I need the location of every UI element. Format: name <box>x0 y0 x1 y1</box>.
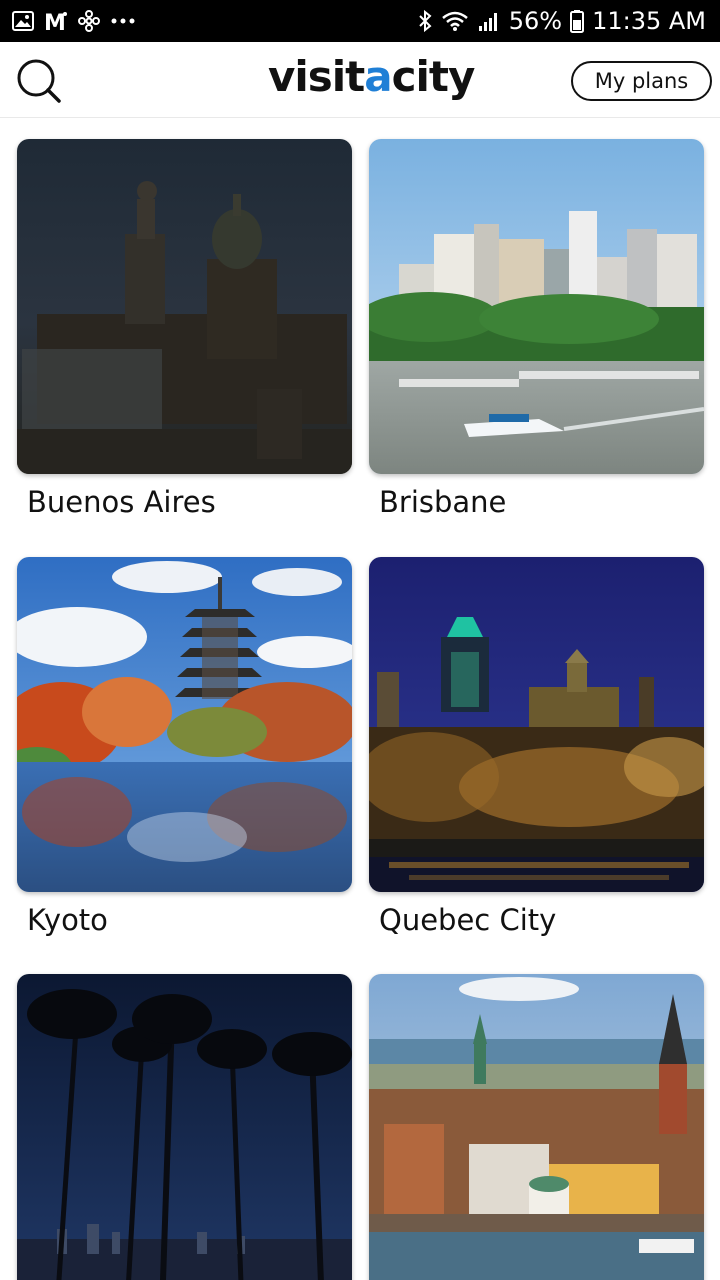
logo-text-visit: visit <box>268 52 365 101</box>
search-button[interactable] <box>14 58 64 108</box>
battery-percent: 56% <box>508 7 563 35</box>
wifi-icon <box>441 10 469 32</box>
battery-icon <box>570 9 585 33</box>
buenos-aires-photo[interactable] <box>17 139 352 474</box>
gmail-icon: M <box>44 10 68 32</box>
search-icon <box>15 57 63 110</box>
city-name: Quebec City <box>379 903 557 937</box>
city-name: Brisbane <box>379 485 507 519</box>
city-name: Kyoto <box>27 903 108 937</box>
signal-icon <box>477 10 501 32</box>
palm-trees-night-photo[interactable] <box>17 974 352 1280</box>
status-bar-right: 56% 11:35 AM <box>417 0 706 42</box>
city-name: Buenos Aires <box>27 485 216 519</box>
clock: 11:35 AM <box>592 7 706 35</box>
more-dots-icon <box>110 17 136 25</box>
quebec-city-photo[interactable] <box>369 557 704 892</box>
kyoto-photo[interactable] <box>17 557 352 892</box>
status-bar: M 56% 11:35 AM <box>0 0 720 42</box>
logo-text-city: city <box>391 52 476 101</box>
logo-text-a: a <box>364 52 392 101</box>
stockholm-photo[interactable] <box>369 974 704 1280</box>
visitacity-logo[interactable]: visit a city <box>268 52 476 104</box>
bluetooth-icon <box>417 9 433 33</box>
app-header: visit a city My plans <box>0 42 720 118</box>
status-bar-left: M <box>12 0 136 42</box>
gallery-icon <box>12 11 34 31</box>
brisbane-photo[interactable] <box>369 139 704 474</box>
svg-text:M: M <box>44 11 66 32</box>
my-plans-button[interactable]: My plans <box>571 61 712 101</box>
pinwheel-icon <box>78 10 100 32</box>
